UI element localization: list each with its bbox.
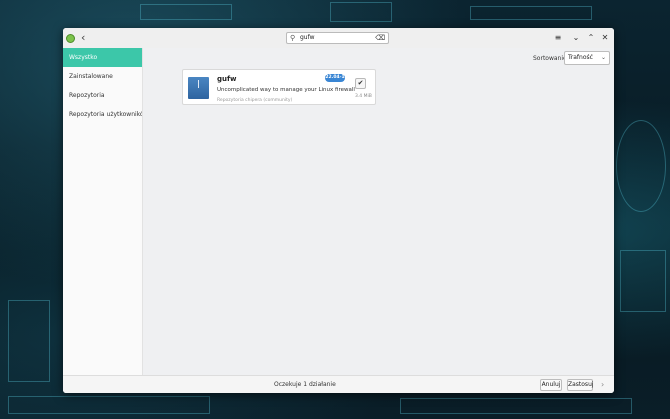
- circuit-decoration: [140, 4, 232, 20]
- minimize-button[interactable]: ⌄: [571, 32, 581, 44]
- main-content: Sortowanie Trafność ⌄ gufw 22.04-1 Uncom…: [143, 48, 614, 375]
- close-button[interactable]: ✕: [600, 32, 610, 44]
- circuit-decoration: [470, 6, 592, 20]
- back-button[interactable]: ‹: [81, 31, 85, 44]
- sidebar-item-installed[interactable]: Zainstalowane: [63, 67, 142, 86]
- package-description: Uncomplicated way to manage your Linux f…: [217, 87, 355, 93]
- search-input[interactable]: gufw: [300, 33, 315, 43]
- sort-selected-value: Trafność: [568, 54, 593, 61]
- sidebar-item-aur[interactable]: Repozytoria użytkowników Arch: [63, 105, 142, 124]
- app-icon: [66, 34, 75, 43]
- search-box[interactable]: ⚲ gufw ⌫: [286, 32, 389, 44]
- version-badge: 22.04-1: [325, 74, 345, 82]
- package-icon: [188, 77, 209, 99]
- circuit-decoration: [400, 398, 632, 414]
- menu-button[interactable]: ≡: [553, 32, 563, 44]
- circuit-decoration: [620, 250, 666, 312]
- package-card[interactable]: gufw 22.04-1 Uncomplicated way to manage…: [182, 69, 376, 105]
- cancel-button[interactable]: Anuluj: [540, 379, 562, 391]
- sort-label: Sortowanie: [533, 55, 567, 62]
- sidebar-item-all[interactable]: Wszystko: [63, 48, 142, 67]
- search-icon: ⚲: [290, 34, 296, 42]
- action-bar: Oczekuje 1 działanie Anuluj Zastosuj ›: [63, 375, 614, 393]
- title-bar: ‹ ⚲ gufw ⌫ ≡ ⌄ ⌃ ✕: [63, 28, 614, 49]
- package-size: 3.4 MiB: [355, 94, 372, 99]
- circuit-decoration: [8, 300, 50, 382]
- apply-button[interactable]: Zastosuj: [567, 379, 594, 391]
- chevron-right-icon[interactable]: ›: [601, 376, 604, 393]
- maximize-button[interactable]: ⌃: [586, 32, 596, 44]
- select-package-checkbox[interactable]: ✔: [355, 78, 366, 89]
- package-name: gufw: [217, 75, 237, 83]
- package-manager-window: ‹ ⚲ gufw ⌫ ≡ ⌄ ⌃ ✕ Wszystko Zainstalowan…: [63, 28, 614, 393]
- package-repository: Repozytoria chipera (community): [217, 98, 293, 103]
- pending-status: Oczekuje 1 działanie: [274, 381, 336, 388]
- chevron-down-icon: ⌄: [600, 54, 606, 61]
- sidebar: Wszystko Zainstalowane Repozytoria Repoz…: [63, 48, 143, 375]
- circuit-decoration: [8, 396, 210, 414]
- clear-search-icon[interactable]: ⌫: [375, 33, 385, 44]
- circuit-decoration: [330, 2, 392, 22]
- sidebar-item-repositories[interactable]: Repozytoria: [63, 86, 142, 105]
- sort-select[interactable]: Trafność ⌄: [564, 51, 610, 65]
- circuit-decoration: [616, 120, 666, 212]
